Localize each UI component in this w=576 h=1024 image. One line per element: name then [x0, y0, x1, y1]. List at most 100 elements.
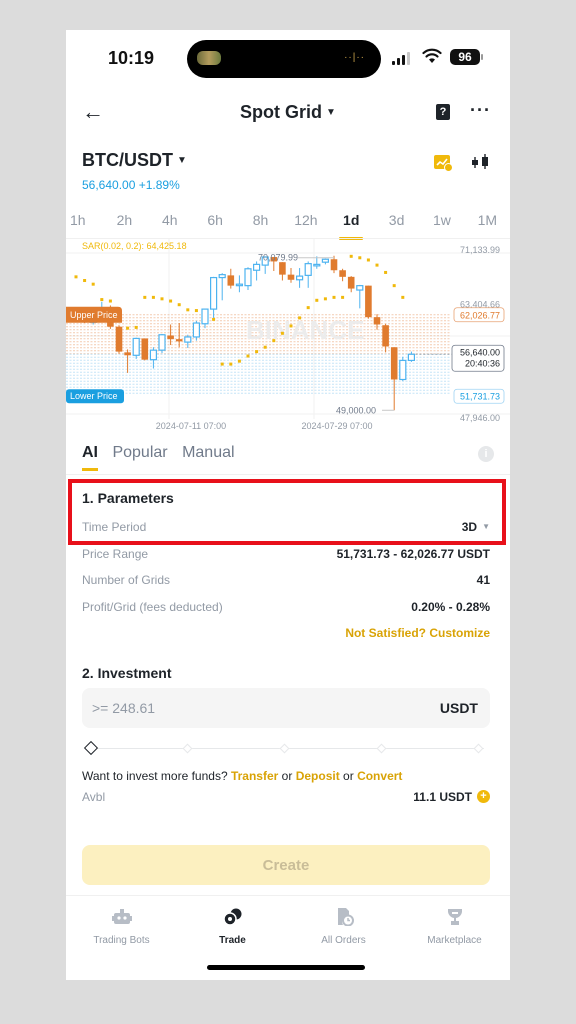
price-change-percent: +1.89% [138, 178, 180, 192]
sar-dot [306, 306, 310, 310]
more-options-icon[interactable]: ··· [470, 100, 491, 121]
x-axis-tick-label: 2024-07-29 07:00 [301, 421, 372, 431]
slider-node-100[interactable] [473, 743, 484, 754]
tab-timeframe-1d[interactable]: 1d [329, 212, 374, 240]
audio-wave-icon: ··|·· [344, 52, 365, 63]
customize-link[interactable]: Not Satisfied? Customize [345, 626, 490, 640]
candle-body [356, 285, 364, 291]
nav-trading-bots[interactable]: Trading Bots [66, 896, 177, 955]
highlight-box [68, 479, 506, 545]
candle-body [149, 349, 158, 361]
candlestick-icon[interactable] [470, 152, 490, 172]
low-marker-label: 49,000.00 [336, 405, 376, 415]
slider-handle[interactable] [83, 740, 99, 756]
candle-body [296, 275, 304, 281]
page-title: Spot Grid [240, 102, 323, 122]
candle-body [339, 270, 346, 277]
sar-dot [212, 317, 216, 321]
slider-node-75[interactable] [376, 743, 387, 754]
investment-title: 2. Investment [82, 665, 172, 681]
price-chart[interactable]: BINANCE 70,079.99 49,000.00 71,133.99 63,404… [66, 238, 510, 438]
info-icon[interactable]: i [478, 446, 494, 462]
tab-ai[interactable]: AI [82, 444, 98, 471]
candle-body [132, 337, 140, 356]
or-text: or [343, 769, 354, 783]
divider [66, 474, 510, 475]
investment-input[interactable] [92, 688, 392, 728]
profit-row: Profit/Grid (fees deducted) 0.20% - 0.28… [82, 600, 490, 614]
binance-watermark: BINANCE [246, 315, 364, 345]
now-playing-artwork [197, 51, 221, 65]
nav-marketplace[interactable]: Marketplace [399, 896, 510, 955]
sar-dot [375, 263, 379, 267]
candle-body [313, 263, 321, 267]
sar-dot [272, 339, 276, 343]
candle-body [253, 263, 261, 271]
pair-symbol: BTC/USDT [82, 150, 173, 170]
price-range-row: Price Range 51,731.73 - 62,026.77 USDT [82, 547, 490, 561]
investment-field[interactable]: USDT [82, 688, 490, 728]
y-axis-tick-label: 71,133.99 [460, 245, 500, 255]
or-text: or [281, 769, 293, 783]
slider-node-25[interactable] [182, 743, 193, 754]
sar-indicator-label: SAR(0.02, 0.2): 64,425.18 [82, 241, 187, 251]
available-balance-row: Avbl 11.1 USDT + [82, 790, 490, 804]
price-range-value: 51,731.73 - 62,026.77 USDT [336, 547, 490, 561]
deposit-link[interactable]: Deposit [296, 769, 340, 783]
create-button[interactable]: Create [82, 845, 490, 885]
sar-dot [298, 316, 302, 320]
investment-slider[interactable] [83, 740, 484, 756]
sar-dot [401, 295, 405, 299]
timeframe-tabs: 1h 2h 4h 6h 8h 12h 1d 3d 1w 1M [66, 212, 510, 240]
tab-popular[interactable]: Popular [112, 444, 167, 462]
caret-down-icon: ▼ [177, 155, 187, 166]
x-axis-tick-label: 2024-07-11 07:00 [156, 421, 226, 431]
tab-timeframe-6h[interactable]: 6h [192, 212, 237, 238]
wifi-icon [422, 48, 442, 63]
time-period-value: 3D [461, 520, 478, 534]
pair-selector[interactable]: BTC/USDT ▼ [82, 150, 494, 171]
slider-node-50[interactable] [279, 743, 290, 754]
nav-trade[interactable]: Trade [177, 896, 288, 955]
candle-body [365, 285, 372, 318]
grids-row: Number of Grids 41 [82, 573, 490, 587]
sar-dot [366, 258, 370, 262]
candle-body [192, 322, 201, 338]
nav-bar: ← Spot Grid ▼ ? ··· [66, 94, 510, 130]
sar-dot [186, 308, 190, 312]
help-guide-icon[interactable]: ? [436, 104, 450, 120]
battery-icon: 96 [450, 49, 483, 65]
sar-dot [246, 354, 250, 358]
time-period-row[interactable]: Time Period 3D ▼ [82, 520, 490, 534]
price-range-label: Price Range [82, 547, 149, 561]
tab-timeframe-2h[interactable]: 2h [102, 212, 147, 238]
sar-dot [263, 345, 267, 349]
tab-manual[interactable]: Manual [182, 444, 234, 462]
backtest-chart-icon[interactable] [434, 155, 453, 172]
tab-timeframe-12h[interactable]: 12h [283, 212, 328, 238]
tab-timeframe-3d[interactable]: 3d [374, 212, 419, 238]
tab-timeframe-1m[interactable]: 1M [465, 212, 510, 238]
profit-value: 0.20% - 0.28% [411, 600, 490, 614]
caret-down-icon: ▼ [482, 522, 490, 531]
candle-body [373, 317, 381, 325]
tab-timeframe-1h[interactable]: 1h [66, 212, 102, 238]
candle-body [407, 353, 415, 362]
nav-all-orders[interactable]: All Orders [288, 896, 399, 955]
status-time: 10:19 [108, 48, 155, 68]
convert-link[interactable]: Convert [357, 769, 402, 783]
tab-timeframe-4h[interactable]: 4h [147, 212, 192, 238]
add-funds-icon[interactable]: + [477, 790, 490, 803]
candle-countdown: 20:40:36 [465, 358, 500, 368]
tab-timeframe-8h[interactable]: 8h [238, 212, 283, 238]
candle-body [218, 274, 226, 279]
transfer-link[interactable]: Transfer [231, 769, 278, 783]
time-period-dropdown[interactable]: 3D ▼ [462, 520, 490, 534]
sar-dot [255, 350, 259, 354]
avbl-label: Avbl [82, 790, 106, 804]
tab-timeframe-1w[interactable]: 1w [419, 212, 464, 238]
sar-dot [237, 359, 241, 363]
high-marker-label: 70,079.99 [258, 253, 298, 263]
candle-body [382, 325, 389, 347]
nav-label: All Orders [321, 935, 366, 946]
